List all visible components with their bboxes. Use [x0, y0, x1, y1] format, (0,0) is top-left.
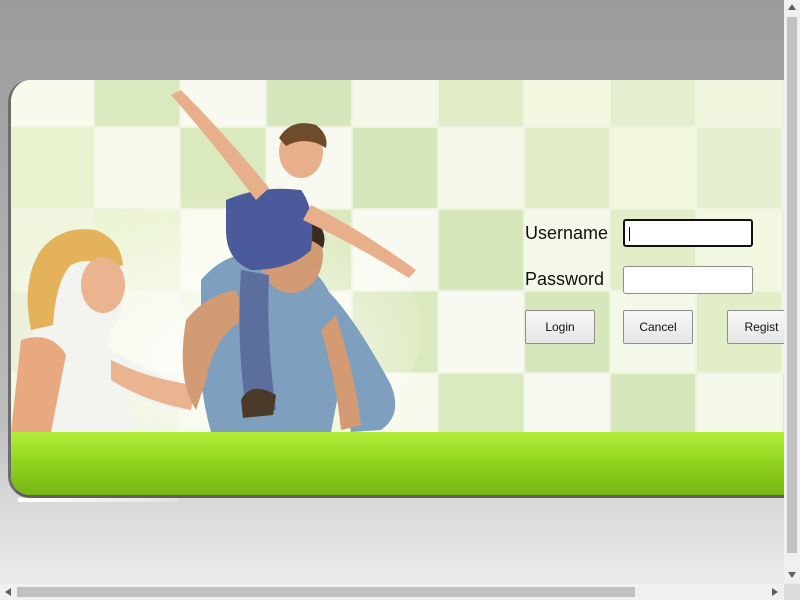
horizontal-scrollbar[interactable] [0, 584, 784, 600]
family-photo [11, 90, 421, 436]
login-button[interactable]: Login [525, 310, 595, 344]
vertical-scroll-thumb[interactable] [787, 17, 797, 553]
register-button[interactable]: Regist [727, 310, 784, 344]
text-caret [629, 227, 630, 241]
cancel-button[interactable]: Cancel [623, 310, 693, 344]
login-panel: Username Password Login Cancel Regist [8, 80, 784, 498]
footer-green-bar [11, 432, 784, 495]
vertical-scrollbar[interactable] [784, 0, 800, 584]
password-label: Password [525, 269, 605, 289]
arrow-left-icon[interactable] [5, 588, 11, 596]
horizontal-scroll-thumb[interactable] [17, 587, 635, 597]
username-field[interactable] [623, 219, 753, 247]
username-label: Username [525, 223, 609, 243]
scrollbar-corner [784, 584, 800, 600]
arrow-down-icon[interactable] [788, 572, 796, 578]
password-field[interactable] [623, 266, 753, 294]
panel-reflection [18, 498, 178, 502]
arrow-right-icon[interactable] [772, 588, 778, 596]
arrow-up-icon[interactable] [788, 4, 796, 10]
